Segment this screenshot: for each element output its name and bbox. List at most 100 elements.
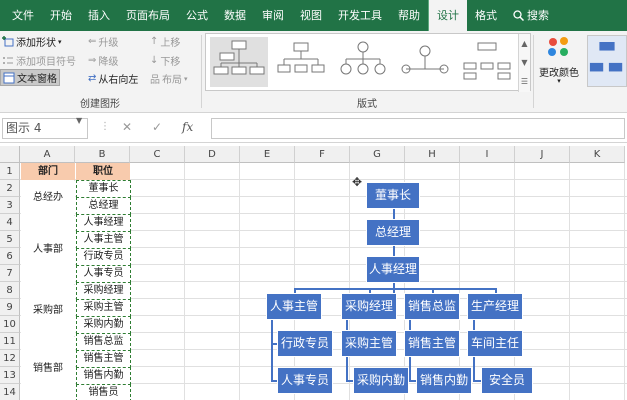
column-header[interactable]: E <box>240 146 295 163</box>
org-node-gm[interactable]: 总经理 <box>366 219 420 246</box>
position-cell[interactable]: 采购主管 <box>76 299 131 317</box>
layout-thumb-org-chart[interactable] <box>210 37 268 87</box>
column-header[interactable]: K <box>570 146 625 163</box>
cell-b1[interactable]: 职位 <box>76 163 130 180</box>
position-cell[interactable]: 采购经理 <box>76 282 131 300</box>
tab-file[interactable]: 文件 <box>4 0 42 31</box>
column-header[interactable]: H <box>405 146 460 163</box>
row-header[interactable]: 6 <box>0 248 20 265</box>
change-colors-button[interactable]: 更改颜色 ▾ <box>535 31 583 113</box>
position-cell[interactable]: 行政专员 <box>76 248 131 266</box>
tab-review[interactable]: 审阅 <box>254 0 292 31</box>
row-header[interactable]: 12 <box>0 350 20 367</box>
position-cell[interactable]: 董事长 <box>76 180 131 198</box>
department-cell[interactable]: 采购部 <box>21 285 75 336</box>
org-node-sales-supervisor[interactable]: 销售主管 <box>404 330 460 357</box>
position-cell[interactable]: 销售总监 <box>76 333 131 351</box>
org-node-chairman[interactable]: 董事长 <box>366 182 420 209</box>
column-header[interactable]: J <box>515 146 570 163</box>
gallery-scrollbar[interactable]: ▲ ▼ ☰ <box>518 34 530 92</box>
position-cell[interactable]: 销售内勤 <box>76 367 131 385</box>
row-header[interactable]: 11 <box>0 333 20 350</box>
text-pane-button[interactable]: 文本窗格 <box>0 69 60 86</box>
cell-a1[interactable]: 部门 <box>21 163 75 180</box>
org-node-purchase-supervisor[interactable]: 采购主管 <box>341 330 397 357</box>
gallery-more-icon[interactable]: ☰ <box>519 72 530 91</box>
layout-button[interactable]: 品 布局 ▾ <box>150 70 188 87</box>
department-cell[interactable]: 人事部 <box>21 216 75 284</box>
layout-thumb-hierarchy[interactable] <box>396 37 454 87</box>
row-header[interactable]: 1 <box>0 163 20 180</box>
column-header[interactable]: G <box>350 146 405 163</box>
column-header[interactable]: D <box>185 146 240 163</box>
row-header[interactable]: 14 <box>0 384 20 400</box>
tab-view[interactable]: 视图 <box>292 0 330 31</box>
org-node-purchase-clerk[interactable]: 采购内勤 <box>353 367 409 394</box>
position-cell[interactable]: 人事经理 <box>76 214 131 232</box>
layout-thumb-name-title[interactable] <box>272 37 330 87</box>
layout-thumb-circle[interactable] <box>334 37 392 87</box>
tab-developer[interactable]: 开发工具 <box>330 0 390 31</box>
org-node-admin-specialist[interactable]: 行政专员 <box>277 330 333 357</box>
tell-me-search[interactable]: 搜索 <box>505 0 557 31</box>
add-shape-button[interactable]: 添加形状 ▾ <box>2 33 62 50</box>
org-node-hr-manager[interactable]: 人事经理 <box>366 256 420 283</box>
tab-formulas[interactable]: 公式 <box>178 0 216 31</box>
row-header[interactable]: 13 <box>0 367 20 384</box>
org-node-workshop-director[interactable]: 车间主任 <box>467 330 523 357</box>
position-cell[interactable]: 总经理 <box>76 197 131 215</box>
org-node-sales-clerk[interactable]: 销售内勤 <box>416 367 472 394</box>
row-header[interactable]: 9 <box>0 299 20 316</box>
row-header[interactable]: 10 <box>0 316 20 333</box>
position-cell[interactable]: 销售主管 <box>76 350 131 368</box>
department-cell[interactable]: 总经办 <box>21 181 75 215</box>
position-cell[interactable]: 采购内勤 <box>76 316 131 334</box>
tab-home[interactable]: 开始 <box>42 0 80 31</box>
position-cell[interactable]: 销售员 <box>76 384 131 400</box>
column-header[interactable]: C <box>130 146 185 163</box>
demote-button[interactable]: ⇒ 降级 <box>88 52 118 69</box>
select-all-corner[interactable] <box>0 146 20 163</box>
row-header[interactable]: 5 <box>0 231 20 248</box>
column-header[interactable]: F <box>295 146 350 163</box>
scroll-up-icon[interactable]: ▲ <box>519 34 530 53</box>
org-node-production-manager[interactable]: 生产经理 <box>467 293 523 320</box>
insert-function-icon[interactable]: fx <box>182 120 193 134</box>
formula-input[interactable] <box>211 118 625 139</box>
row-header[interactable]: 2 <box>0 180 20 197</box>
layout-thumb-labeled[interactable] <box>458 37 516 87</box>
row-header[interactable]: 8 <box>0 282 20 299</box>
promote-button[interactable]: ⇐ 升级 <box>88 33 118 50</box>
column-header[interactable]: B <box>75 146 130 163</box>
tab-data[interactable]: 数据 <box>216 0 254 31</box>
scroll-down-icon[interactable]: ▼ <box>519 53 530 72</box>
tab-design[interactable]: 设计 <box>428 0 467 31</box>
column-header[interactable]: A <box>20 146 75 163</box>
move-down-button[interactable]: ↓ 下移 <box>150 52 180 69</box>
org-connector-line <box>393 246 395 256</box>
tab-insert[interactable]: 插入 <box>80 0 118 31</box>
org-node-sales-director[interactable]: 销售总监 <box>404 293 460 320</box>
position-cell[interactable]: 人事专员 <box>76 265 131 283</box>
tab-help[interactable]: 帮助 <box>390 0 428 31</box>
position-cell[interactable]: 人事主管 <box>76 231 131 249</box>
add-bullet-button[interactable]: 添加项目符号 <box>2 52 76 69</box>
right-to-left-button[interactable]: ⇄ 从右向左 <box>88 70 138 87</box>
department-cell[interactable]: 销售部 <box>21 337 75 400</box>
move-up-button[interactable]: ↑ 上移 <box>150 33 180 50</box>
cancel-icon[interactable]: ✕ <box>122 120 132 134</box>
org-node-hr-supervisor[interactable]: 人事主管 <box>266 293 322 320</box>
org-node-safety-officer[interactable]: 安全员 <box>481 367 533 394</box>
tab-format[interactable]: 格式 <box>467 0 505 31</box>
chevron-down-icon[interactable]: ▼ <box>76 116 82 125</box>
org-node-hr-specialist[interactable]: 人事专员 <box>277 367 333 394</box>
worksheet-grid[interactable]: ABCDEFGHIJK 1 2 3 4 5 6 7 8 9 10 11 12 13 14 部门 职位 总经… <box>0 146 627 400</box>
column-header[interactable]: I <box>460 146 515 163</box>
row-header[interactable]: 4 <box>0 214 20 231</box>
style-thumb[interactable] <box>587 35 627 87</box>
row-header[interactable]: 7 <box>0 265 20 282</box>
tab-page-layout[interactable]: 页面布局 <box>118 0 178 31</box>
org-node-purchase-manager[interactable]: 采购经理 <box>341 293 397 320</box>
enter-icon[interactable]: ✓ <box>152 120 162 134</box>
row-header[interactable]: 3 <box>0 197 20 214</box>
